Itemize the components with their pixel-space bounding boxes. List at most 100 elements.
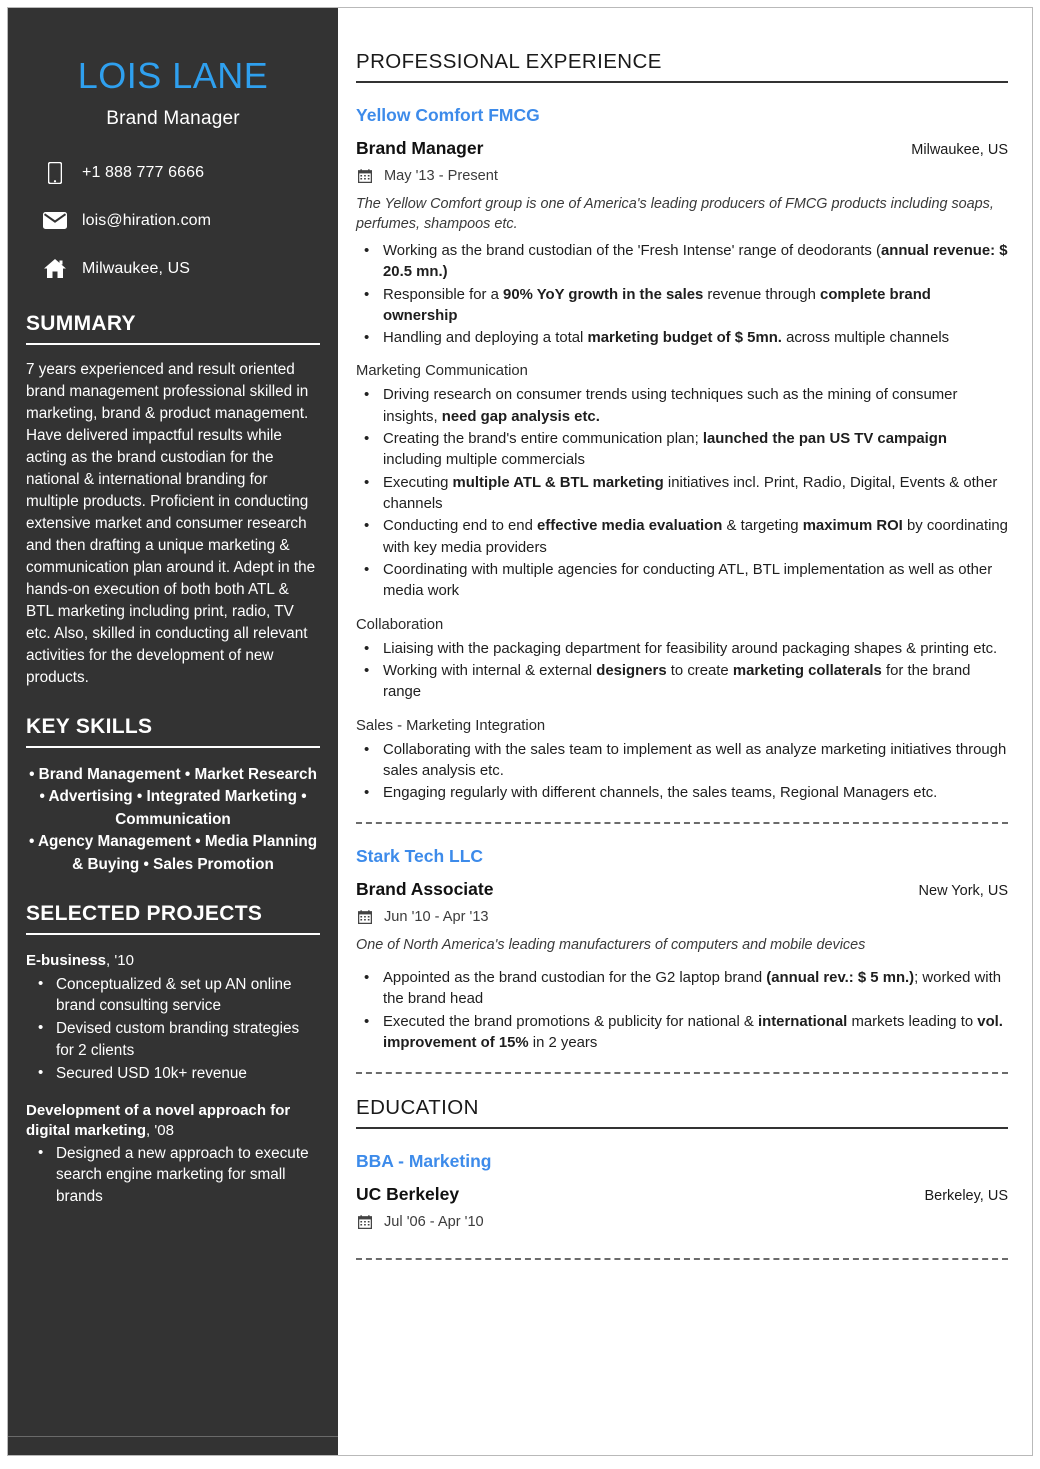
sidebar-section-key-skills: KEY SKILLS • Brand Management • Market R… xyxy=(26,711,320,876)
contact-list: +1 888 777 6666 lois@hiration.com Milwau… xyxy=(26,156,320,286)
job-bullets: Collaborating with the sales team to imp… xyxy=(356,739,1008,805)
contact-location[interactable]: Milwaukee, US xyxy=(26,252,320,286)
calendar-icon xyxy=(356,169,374,183)
project-year: , '08 xyxy=(146,1121,174,1139)
job-dates: May '13 - Present xyxy=(384,168,498,184)
summary-heading: SUMMARY xyxy=(26,311,136,335)
job-bullet: Driving research on consumer trends usin… xyxy=(356,384,1008,428)
experience-item: Yellow Comfort FMCG Brand Manager Milwau… xyxy=(356,105,1008,825)
school-row: UC Berkeley Berkeley, US xyxy=(356,1184,1008,1205)
job-title-row: Brand Manager Milwaukee, US xyxy=(356,138,1008,159)
job-bullets: Appointed as the brand custodian for the… xyxy=(356,967,1008,1055)
job-bullet: Appointed as the brand custodian for the… xyxy=(356,967,1008,1011)
project-bullet: Secured USD 10k+ revenue xyxy=(26,1062,320,1084)
bullet-group-subhead: Collaboration xyxy=(356,616,444,633)
resume-page: LOIS LANE Brand Manager +1 888 777 6666 xyxy=(0,0,1040,1469)
job-bullets: Liaising with the packaging department f… xyxy=(356,638,1008,704)
sidebar-section-projects: SELECTED PROJECTS E-business, '10 Concep… xyxy=(26,898,320,1207)
school-date-row: Jul '06 - Apr '10 xyxy=(356,1214,1008,1230)
contact-email-value: lois@hiration.com xyxy=(82,211,212,229)
section-professional-experience: PROFESSIONAL EXPERIENCE Yellow Comfort F… xyxy=(356,50,1008,1075)
job-bullet: Handling and deploying a total marketing… xyxy=(356,327,1008,349)
project-name: E-business xyxy=(26,952,107,970)
job-bullet: Engaging regularly with different channe… xyxy=(356,782,1008,804)
job-title: Brand Associate xyxy=(356,879,494,900)
resume-frame: LOIS LANE Brand Manager +1 888 777 6666 xyxy=(7,7,1033,1456)
project-item: E-business, '10 Conceptualized & set up … xyxy=(26,951,320,1084)
projects-divider xyxy=(26,933,320,936)
experience-divider xyxy=(356,81,1008,83)
bullet-group-subhead: Sales - Marketing Integration xyxy=(356,717,546,734)
contact-email[interactable]: lois@hiration.com xyxy=(26,204,320,238)
job-dates: Jun '10 - Apr '13 xyxy=(384,909,489,926)
job-bullet: Executing multiple ATL & BTL marketing i… xyxy=(356,472,1008,516)
school-dates: Jul '06 - Apr '10 xyxy=(384,1214,484,1231)
key-skills-line-1: • Brand Management • Market Research xyxy=(29,765,317,783)
sidebar-section-summary: SUMMARY 7 years experienced and result o… xyxy=(26,308,320,689)
section-dashed-divider xyxy=(356,1258,1008,1261)
company-blurb: The Yellow Comfort group is one of Ameri… xyxy=(356,196,994,233)
school-location: Berkeley, US xyxy=(924,1188,1008,1205)
contact-location-value: Milwaukee, US xyxy=(82,259,191,277)
job-bullet: Executed the brand promotions & publicit… xyxy=(356,1011,1008,1055)
calendar-icon xyxy=(356,1215,374,1230)
job-bullet: Conducting end to end effective media ev… xyxy=(356,515,1008,559)
project-bullet: Designed a new approach to execute searc… xyxy=(26,1142,320,1207)
project-title: Development of a novel approach for digi… xyxy=(26,1101,320,1142)
job-bullet: Coordinating with multiple agencies for … xyxy=(356,559,1008,603)
education-divider xyxy=(356,1127,1008,1130)
job-bullet: Working with internal & external designe… xyxy=(356,660,1008,704)
sidebar: LOIS LANE Brand Manager +1 888 777 6666 xyxy=(8,8,338,1455)
key-skills-divider xyxy=(26,745,320,748)
key-skills-line-3: • Agency Management • Media Planning & B… xyxy=(28,833,318,873)
project-item: Development of a novel approach for digi… xyxy=(26,1101,320,1208)
home-icon xyxy=(40,258,70,279)
company-blurb: One of North America's leading manufactu… xyxy=(356,937,866,954)
contact-phone[interactable]: +1 888 777 6666 xyxy=(26,156,320,190)
section-education: EDUCATION BBA - Marketing UC Berkeley Be… xyxy=(356,1096,1008,1261)
job-title-row: Brand Associate New York, US xyxy=(356,879,1008,900)
sidebar-bottom-divider xyxy=(8,1436,338,1437)
project-title: E-business, '10 xyxy=(26,951,320,971)
envelope-icon xyxy=(40,212,70,230)
job-bullet: Working as the brand custodian of the 'F… xyxy=(356,240,1008,284)
candidate-role: Brand Manager xyxy=(106,107,240,129)
summary-divider xyxy=(26,342,320,345)
key-skills-list: • Brand Management • Market Research • A… xyxy=(26,764,320,876)
job-bullets: Driving research on consumer trends usin… xyxy=(356,384,1008,603)
job-bullet: Responsible for a 90% YoY growth in the … xyxy=(356,284,1008,328)
project-bullets: Conceptualized & set up AN online brand … xyxy=(26,973,320,1085)
project-year: , '10 xyxy=(106,952,134,970)
job-date-row: May '13 - Present xyxy=(356,168,1008,184)
key-skills-heading: KEY SKILLS xyxy=(26,714,153,738)
experience-item: Stark Tech LLC Brand Associate New York,… xyxy=(356,846,1008,1075)
projects-heading: SELECTED PROJECTS xyxy=(26,902,263,926)
summary-text: 7 years experienced and result oriented … xyxy=(26,360,316,686)
project-bullet: Conceptualized & set up AN online brand … xyxy=(26,973,320,1017)
experience-heading: PROFESSIONAL EXPERIENCE xyxy=(356,50,662,73)
key-skills-line-2: • Advertising • Integrated Marketing • C… xyxy=(39,788,307,828)
job-title: Brand Manager xyxy=(356,138,484,158)
section-dashed-divider xyxy=(356,1072,1008,1075)
candidate-name: LOIS LANE xyxy=(77,55,269,96)
job-location: New York, US xyxy=(918,883,1008,900)
education-heading: EDUCATION xyxy=(356,1096,479,1120)
bullet-group-subhead: Marketing Communication xyxy=(356,363,528,380)
project-bullets: Designed a new approach to execute searc… xyxy=(26,1142,320,1207)
degree-name: BBA - Marketing xyxy=(356,1151,492,1172)
calendar-icon xyxy=(356,910,374,925)
section-dashed-divider xyxy=(356,822,1008,825)
school-name: UC Berkeley xyxy=(356,1184,460,1205)
education-item: BBA - Marketing UC Berkeley Berkeley, US xyxy=(356,1151,1008,1261)
company-name: Stark Tech LLC xyxy=(356,846,484,867)
job-bullet: Creating the brand's entire communicatio… xyxy=(356,428,1008,472)
job-bullets: Working as the brand custodian of the 'F… xyxy=(356,240,1008,350)
contact-phone-value: +1 888 777 6666 xyxy=(82,163,205,181)
job-bullet: Liaising with the packaging department f… xyxy=(356,638,1008,660)
job-location: Milwaukee, US xyxy=(911,142,1008,158)
company-name: Yellow Comfort FMCG xyxy=(356,105,540,125)
project-bullet: Devised custom branding strategies for 2… xyxy=(26,1017,320,1061)
main-content: PROFESSIONAL EXPERIENCE Yellow Comfort F… xyxy=(338,8,1032,1455)
job-bullet: Collaborating with the sales team to imp… xyxy=(356,739,1008,783)
job-date-row: Jun '10 - Apr '13 xyxy=(356,909,1008,925)
